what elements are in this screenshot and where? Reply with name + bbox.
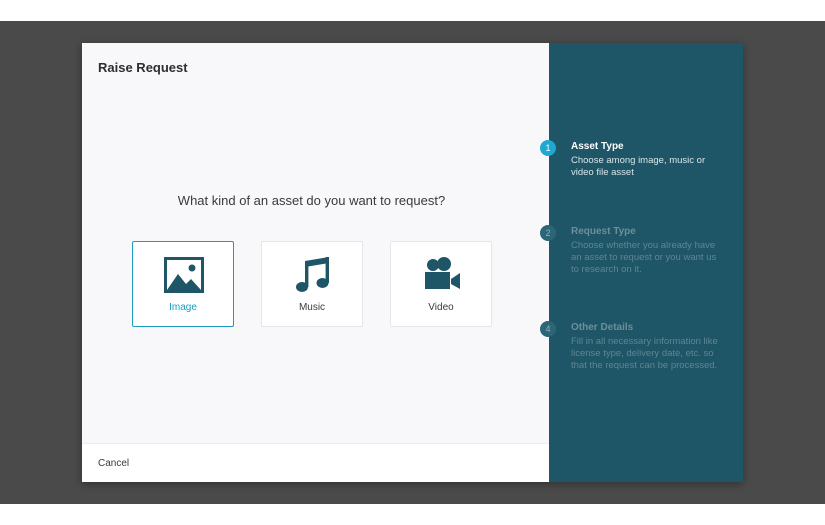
modal-footer: Cancel	[82, 443, 549, 482]
step-description: Fill in all necessary information like l…	[571, 336, 718, 371]
option-image-card[interactable]: Image	[132, 241, 234, 327]
modal-title: Raise Request	[98, 60, 188, 75]
step-number-badge: 2	[540, 225, 556, 241]
step-title: Other Details	[571, 322, 634, 333]
modal-main-pane: Raise Request What kind of an asset do y…	[82, 43, 549, 482]
step-title: Asset Type	[571, 141, 624, 152]
cancel-button[interactable]: Cancel	[98, 458, 129, 469]
option-music-card[interactable]: Music	[261, 241, 363, 327]
step-description: Choose whether you already have an asset…	[571, 240, 717, 275]
option-video-label: Video	[428, 302, 454, 313]
music-note-icon	[296, 257, 329, 292]
option-music-label: Music	[298, 302, 326, 313]
step-number-badge: 1	[540, 140, 556, 156]
steps-sidebar: 1 Asset Type Choose among image, music o…	[540, 43, 743, 482]
video-camera-icon	[425, 257, 460, 289]
image-icon	[164, 257, 204, 293]
step-title: Request Type	[571, 226, 636, 237]
option-image-label: Image	[169, 302, 197, 313]
step-description: Choose among image, music or video file …	[571, 155, 706, 178]
asset-question: What kind of an asset do you want to req…	[177, 193, 446, 208]
option-video-card[interactable]: Video	[390, 241, 492, 327]
step-number-badge: 4	[540, 321, 556, 337]
raise-request-modal: Raise Request What kind of an asset do y…	[82, 43, 743, 482]
